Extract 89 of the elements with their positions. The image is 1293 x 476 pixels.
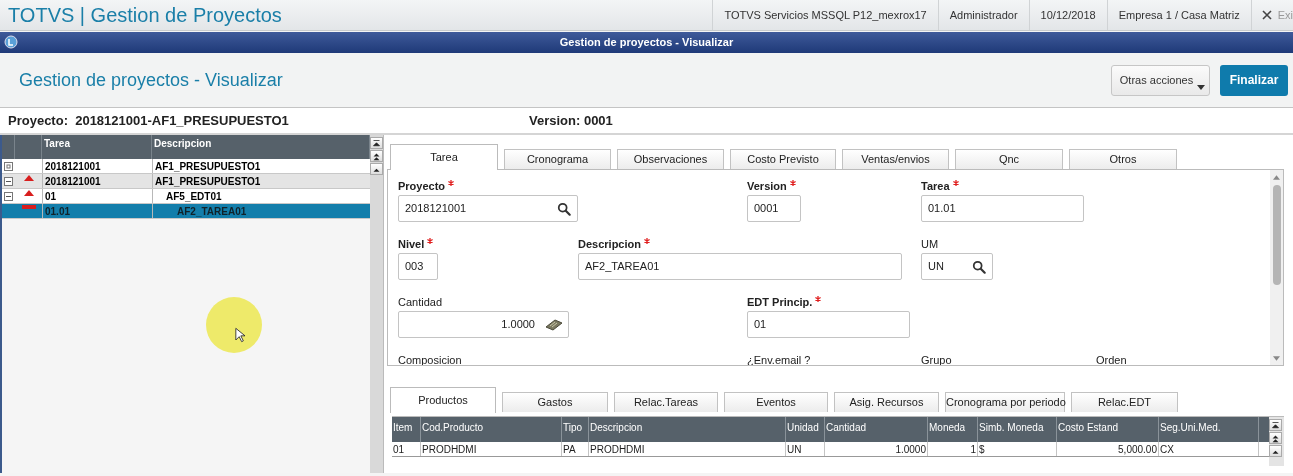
field-label: Nivel [398,237,425,252]
caret-icon [1197,84,1205,90]
actions-menu-button[interactable]: Otras acciones [1111,64,1210,96]
tree-cell-text: AF1_PRESUPUESTO1 [155,174,261,189]
project-label: Proyecto: 2018121001-AF1_PRESUPUESTO1 [7,111,290,130]
tab[interactable]: Gastos [502,392,608,412]
tab[interactable]: Eventos [724,392,828,412]
tree-cell-text: 2018121001 [45,174,101,189]
session-info: Administrador [949,7,1018,23]
input-field[interactable]: 01.01 [921,195,1084,222]
cursor-icon [235,327,245,343]
tab[interactable]: Productos [390,387,496,413]
tree-cell-text: 01.01 [45,204,71,219]
tab[interactable]: Cronograma por periodo [945,392,1065,412]
tab[interactable]: Ventas/envios [842,149,949,169]
tab[interactable]: Asig. Recursos [834,392,939,412]
selected-tree-row[interactable]: 01.01 AF2_TAREA01 [2,204,370,219]
session-info: 10/12/2018 [1040,7,1096,23]
field-label: Descripcion [578,237,641,252]
scroll-up-icon[interactable] [1273,175,1280,180]
tree-cell-text: AF1_PRESUPUESTO1 [155,159,261,174]
field-label: Proyecto [398,179,446,194]
field-label: Tarea [921,179,950,194]
app-icon [4,35,18,49]
table-cell: PRODHDMI [421,442,562,456]
table-cell: 1 [928,442,978,456]
tab[interactable]: Otros [1069,149,1177,169]
tree-cell-text: AF5_EDT01 [166,189,222,204]
field-label: UM [921,237,939,252]
page-up-icon [372,151,381,161]
session-info: TOTVS Servicios MSSQL P12_mexrox17 [724,7,927,23]
tree-cell-text: AF2_TAREA01 [177,204,247,219]
tab[interactable]: Observaciones [617,149,724,169]
scroll-up-button[interactable] [1269,445,1282,457]
tab[interactable]: Qnc [955,149,1063,169]
search-icon [972,259,986,274]
table-cell: PA [562,442,589,456]
page-up-button[interactable] [370,150,383,162]
scroll-thumb[interactable] [1272,185,1281,285]
scroll-top-icon [372,138,381,148]
table-cell: PRODHDMI [589,442,786,456]
close-icon [1261,10,1272,20]
triangle-icon [23,190,34,196]
tree-row[interactable]: 2018121001 AF1_PRESUPUESTO1 [2,159,370,174]
scroll-top-button[interactable] [1269,419,1282,431]
tree-cell-text: 2018121001 [45,159,101,174]
lookup-field[interactable]: UN [921,253,993,280]
input-field[interactable]: AF2_TAREA01 [578,253,902,280]
field-label: Orden [1096,353,1127,365]
app-title: TOTVS | Gestion de Proyectos [7,3,282,28]
page-up-icon [1271,433,1280,443]
scroll-up-button[interactable] [370,163,383,175]
field-label: EDT Princip. [747,295,813,310]
scroll-top-icon [1271,420,1280,430]
tree-cell-text: 01 [45,189,57,204]
table-cell: UN [786,442,825,456]
scroll-down-icon[interactable] [1273,356,1280,361]
triangle-icon [23,175,34,181]
input-field[interactable]: 01 [747,311,910,338]
table-cell: 01 [392,442,421,456]
search-icon [557,201,571,216]
scrollbar[interactable] [1270,170,1283,365]
tab[interactable]: Relac.Tareas [614,392,718,412]
page-title: Gestion de proyectos - Visualizar [18,68,283,92]
table-cell: $ [978,442,1057,456]
scroll-top-button[interactable] [370,137,383,149]
field-label: Cantidad [398,295,443,310]
field-label: ¿Env.email ? [747,353,811,365]
table-cell: CX [1159,442,1259,456]
number-field[interactable]: 1.0000 [398,311,569,338]
calculator-icon [545,318,563,331]
tree-row[interactable]: 01 AF5_EDT01 [2,189,370,204]
bar-icon [21,205,36,209]
table-cell: 1.0000 [825,442,928,456]
input-field[interactable]: 0001 [747,195,801,222]
finish-button[interactable]: Finalizar [1220,64,1288,96]
tab[interactable]: Costo Previsto [730,149,836,169]
version-label: Version: 0001 [529,111,613,130]
tab[interactable]: Tarea [390,144,498,170]
tab[interactable]: Relac.EDT [1071,392,1178,412]
input-field[interactable]: 003 [398,253,438,280]
tree-row[interactable]: 2018121001 AF1_PRESUPUESTO1 [2,174,370,189]
tab[interactable]: Cronograma [504,149,611,169]
page-up-button[interactable] [1269,432,1282,444]
table-cell: 5,000.00 [1057,442,1159,456]
window-title: Gestion de proyectos - Visualizar [559,35,734,51]
field-label: Version [747,179,787,194]
session-info: Empresa 1 / Casa Matriz [1118,7,1240,23]
lookup-field[interactable]: 2018121001 [398,195,578,222]
